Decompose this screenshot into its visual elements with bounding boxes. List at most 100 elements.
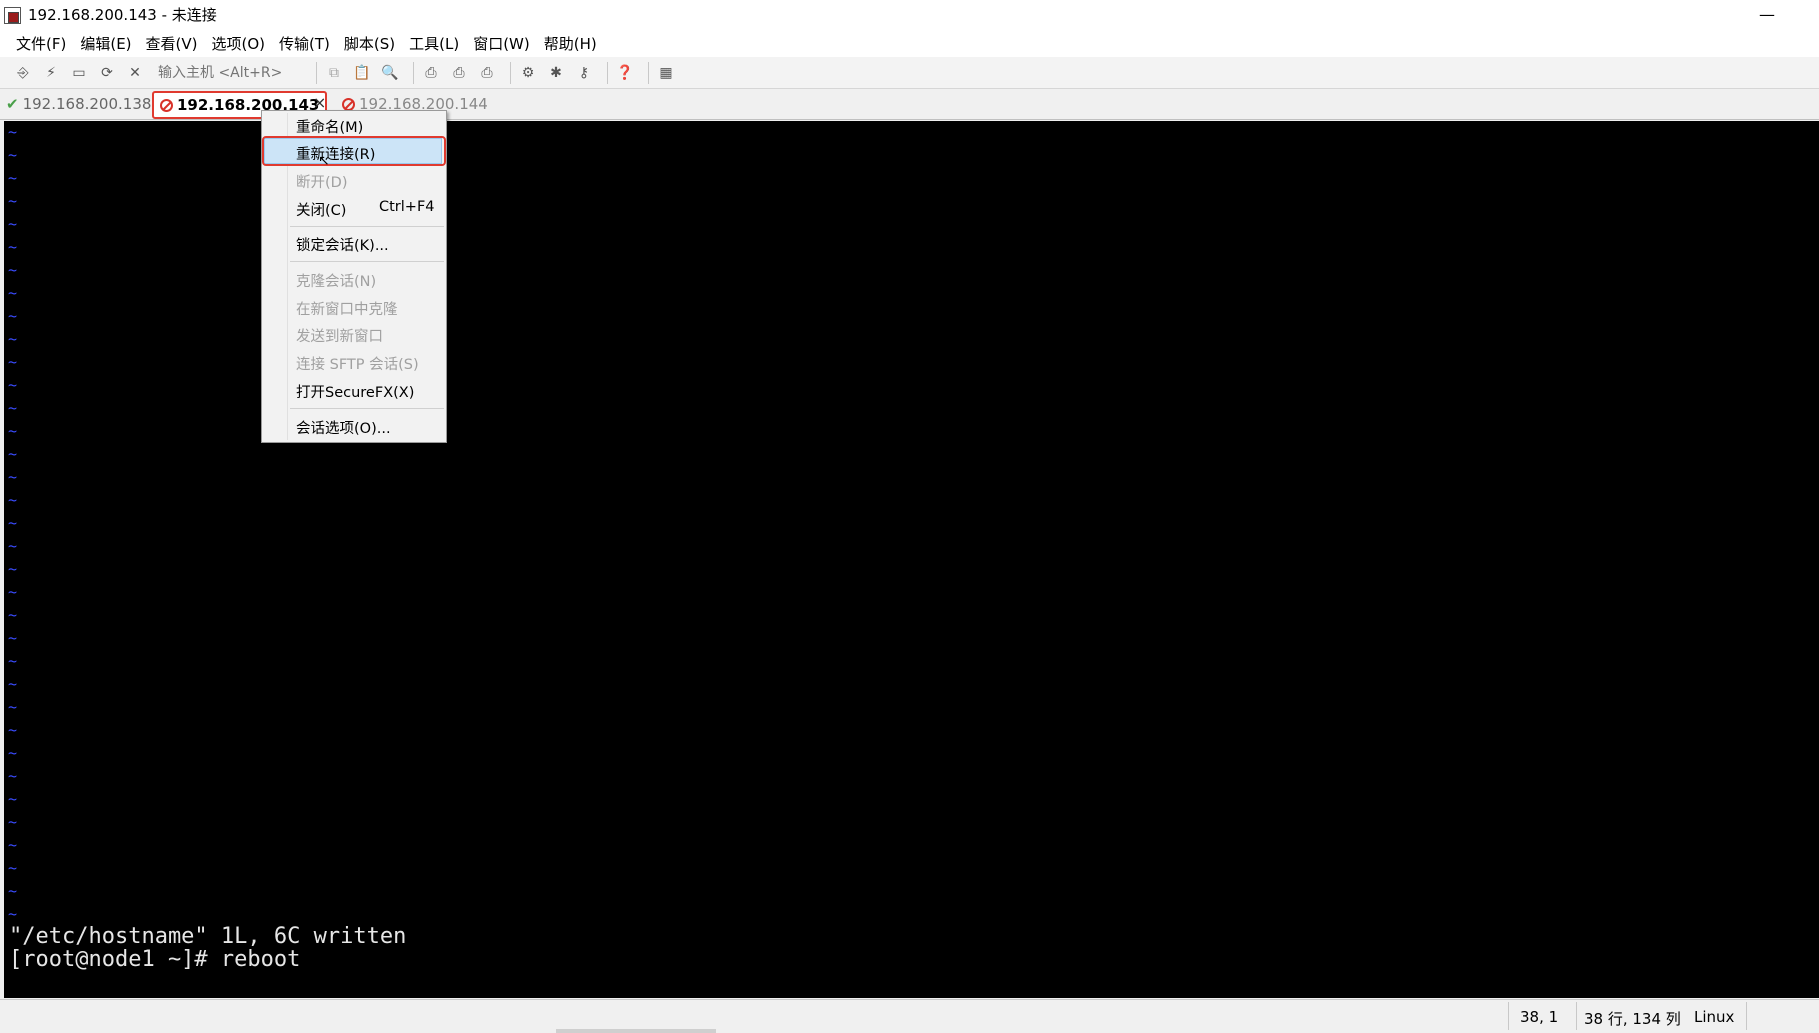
vim-empty-line-tilde: ~ [8,261,18,279]
menu-bar: 文件(F) 编辑(E) 查看(V) 选项(O) 传输(T) 脚本(S) 工具(L… [0,29,1819,57]
menu-close-shortcut: Ctrl+F4 [379,199,435,215]
vim-empty-line-tilde: ~ [8,399,18,417]
tab-context-menu: 重命名(M) 重新连接(R) 断开(D) 关闭(C) Ctrl+F4 锁定会话(… [261,110,447,443]
vim-empty-line-tilde: ~ [8,744,18,762]
vim-empty-line-tilde: ~ [8,146,18,164]
tilde-column: ~ ~ ~ ~ ~ ~ ~ ~ ~ ~ ~ ~ ~ ~ ~ ~ ~ ~ ~ ~ ~ ~ ~ ~ ~ ~ ~ ~ ~ ~ ~ ~ ~ ~ ~ [8,121,17,926]
vim-empty-line-tilde: ~ [8,560,18,578]
tab-session-138[interactable]: ✔ 192.168.200.138 [6,92,151,116]
horizontal-scrollbar[interactable] [556,1029,716,1033]
disconnected-icon [160,98,173,112]
help-icon[interactable]: ❓ [614,62,636,84]
vim-empty-line-tilde: ~ [8,767,18,785]
vim-empty-line-tilde: ~ [8,238,18,256]
menu-view[interactable]: 查看(V) [139,33,205,54]
print-icon[interactable]: ⎙ [420,62,442,84]
reconnect-icon[interactable]: ⟳ [96,62,118,84]
vim-empty-line-tilde: ~ [8,307,18,325]
toolbar: ⎆ ⚡ ▭ ⟳ ✕ ⧉ 📋 🔍 ⎙ ⎙ ⎙ ⚙ ✱ ⚷ ❓ ▦ [0,57,1819,89]
host-input[interactable] [152,62,302,83]
menu-separator [290,226,444,227]
vim-empty-line-tilde: ~ [8,215,18,233]
menu-transfer[interactable]: 传输(T) [272,33,337,54]
vim-empty-line-tilde: ~ [8,583,18,601]
vim-empty-line-tilde: ~ [8,169,18,187]
title-bar: 192.168.200.143 - 未连接 — [0,0,1819,29]
status-bar: 38, 1 38 行, 134 列 Linux [0,999,1819,1033]
status-divider [1576,1002,1577,1030]
menu-file[interactable]: 文件(F) [9,33,73,54]
toolbar-separator [413,61,414,84]
disconnected-icon [342,97,355,111]
copy-icon[interactable]: ⧉ [323,62,345,84]
menu-session-options[interactable]: 会话选项(O)... [296,417,391,438]
menu-script[interactable]: 脚本(S) [337,33,402,54]
menu-options[interactable]: 选项(O) [205,33,273,54]
paste-icon[interactable]: 📋 [351,62,373,84]
quick-connect-icon[interactable]: ⚡ [40,62,62,84]
vim-empty-line-tilde: ~ [8,882,18,900]
disconnect-icon[interactable]: ✕ [124,62,146,84]
menu-open-securefx[interactable]: 打开SecureFX(X) [296,381,414,402]
app-icon [4,6,22,24]
vim-empty-line-tilde: ~ [8,652,18,670]
printer-icon[interactable]: ⎙ [476,62,498,84]
menu-rename[interactable]: 重命名(M) [296,116,363,137]
global-options-icon[interactable]: ✱ [545,62,567,84]
menu-tools[interactable]: 工具(L) [402,33,466,54]
find-icon[interactable]: 🔍 [379,62,401,84]
toolbar-separator [607,61,608,84]
vim-empty-line-tilde: ~ [8,629,18,647]
vim-empty-line-tilde: ~ [8,537,18,555]
menu-close[interactable]: 关闭(C) [296,199,346,220]
toolbar-separator [316,61,317,84]
os-label: Linux [1694,1008,1735,1026]
terminal-prompt-line: [root@node1 ~]# reboot [9,947,301,972]
terminal-size: 38 行, 134 列 [1584,1010,1681,1028]
menu-edit[interactable]: 编辑(E) [73,33,138,54]
vim-empty-line-tilde: ~ [8,859,18,877]
vim-empty-line-tilde: ~ [8,790,18,808]
menu-disconnect: 断开(D) [296,175,348,191]
key-icon[interactable]: ⚷ [573,62,595,84]
vim-empty-line-tilde: ~ [8,445,18,463]
menu-help[interactable]: 帮助(H) [537,33,604,54]
menu-separator [290,408,444,409]
vim-empty-line-tilde: ~ [8,422,18,440]
vim-empty-line-tilde: ~ [8,284,18,302]
menu-send-new-window: 发送到新窗口 [296,329,383,345]
menu-clone-session: 克隆会话(N) [296,274,377,290]
vim-empty-line-tilde: ~ [8,514,18,532]
toolbar-separator [648,61,649,84]
vim-empty-line-tilde: ~ [8,606,18,624]
menu-separator [290,261,444,262]
connect-icon[interactable]: ⎆ [12,62,34,84]
mouse-cursor-icon: ↖ [318,153,330,169]
menu-reconnect[interactable]: 重新连接(R) [296,143,375,164]
session-options-icon[interactable]: ⚙ [517,62,539,84]
menu-connect-sftp: 连接 SFTP 会话(S) [296,357,419,373]
connected-check-icon: ✔ [6,95,19,113]
menu-window[interactable]: 窗口(W) [466,33,537,54]
toolbar-separator [510,61,511,84]
vim-empty-line-tilde: ~ [8,468,18,486]
terminal-line: "/etc/hostname" 1L, 6C written [9,924,407,949]
minimize-icon[interactable]: — [1755,2,1779,26]
securefx-icon[interactable]: ▦ [655,62,677,84]
vim-empty-line-tilde: ~ [8,813,18,831]
vim-empty-line-tilde: ~ [8,376,18,394]
print-setup-icon[interactable]: ⎙ [448,62,470,84]
vim-empty-line-tilde: ~ [8,675,18,693]
tab-label: 192.168.200.138 [22,95,152,113]
window-title: 192.168.200.143 - 未连接 [28,6,217,24]
menu-clone-new-window: 在新窗口中克隆 [296,302,398,318]
vim-empty-line-tilde: ~ [8,123,18,141]
vim-empty-line-tilde: ~ [8,192,18,210]
vim-empty-line-tilde: ~ [8,698,18,716]
menu-lock-session[interactable]: 锁定会话(K)... [296,234,389,255]
vim-empty-line-tilde: ~ [8,353,18,371]
connect-in-tab-icon[interactable]: ▭ [68,62,90,84]
cursor-position: 38, 1 [1520,1008,1559,1026]
status-divider [1508,1002,1509,1030]
status-divider [1746,1002,1747,1030]
